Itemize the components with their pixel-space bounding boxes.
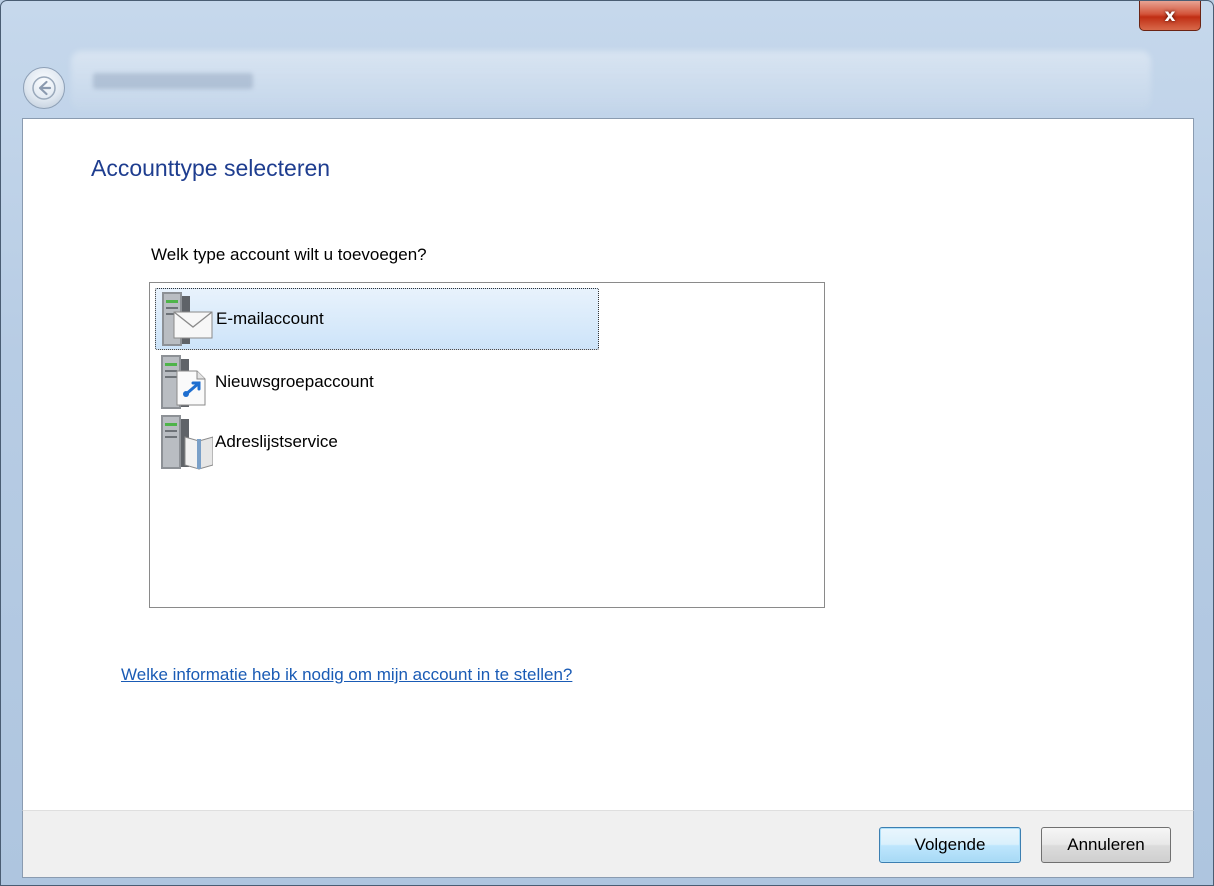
list-item-newsgroup-account[interactable]: Nieuwsgroepaccount [155, 351, 599, 413]
back-arrow-icon [32, 76, 56, 100]
page-title: Accounttype selecteren [91, 155, 331, 181]
close-icon: x [1164, 5, 1176, 26]
wizard-content: Accounttype selecteren Welk type account… [22, 118, 1194, 810]
account-type-prompt: Welk type account wilt u toevoegen? [151, 245, 427, 264]
list-item-label: Nieuwsgroepaccount [215, 372, 374, 391]
title-bar: x [1, 1, 1213, 119]
email-server-icon [162, 292, 213, 346]
list-item-label: Adreslijstservice [215, 432, 338, 451]
account-type-list[interactable]: E-mailaccount Nieuwsgroepaccount Adresli… [149, 282, 825, 608]
back-button[interactable] [23, 67, 65, 109]
close-button[interactable]: x [1139, 1, 1201, 31]
list-item-email-account[interactable]: E-mailaccount [155, 288, 599, 350]
cancel-button[interactable]: Annuleren [1041, 827, 1171, 863]
blurred-window-title [93, 73, 253, 89]
list-item-label: E-mailaccount [216, 309, 324, 328]
wizard-footer: Volgende Annuleren [22, 810, 1194, 878]
account-info-help-link[interactable]: Welke informatie heb ik nodig om mijn ac… [121, 665, 572, 685]
next-button[interactable]: Volgende [879, 827, 1021, 863]
newsgroup-server-icon [161, 355, 206, 409]
wizard-window: x Accounttype selecteren Welk type accou… [0, 0, 1214, 886]
directory-server-icon [161, 415, 213, 470]
list-item-directory-service[interactable]: Adreslijstservice [155, 411, 599, 473]
